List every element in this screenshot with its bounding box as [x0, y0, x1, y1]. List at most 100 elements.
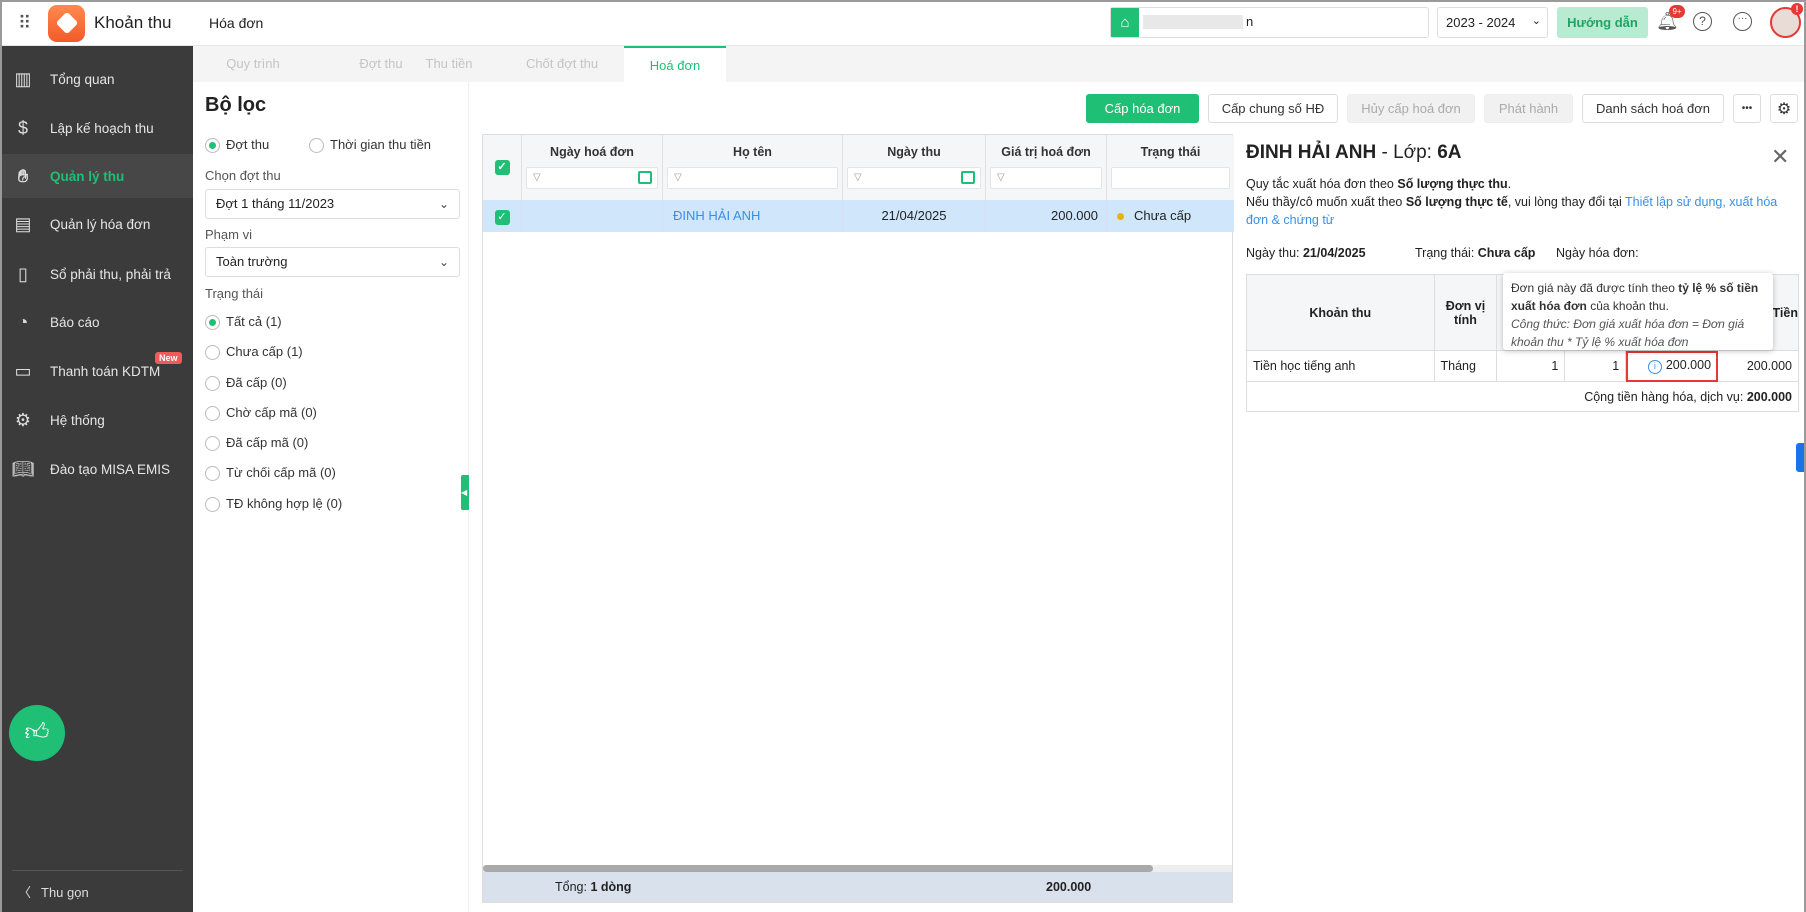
batch-select[interactable]: Đợt 1 tháng 11/2023 ⌄	[205, 189, 460, 219]
col-invoice-date: Ngày hoá đơn ▽	[522, 135, 663, 200]
rule-text: Quy tắc xuất hóa đơn theo Số lượng thực …	[1246, 177, 1778, 227]
collapse-sidebar-button[interactable]: 〈 Thu gọn	[18, 882, 89, 901]
radio-dot	[205, 466, 220, 482]
settings-gear-icon[interactable]: ⚙	[1770, 94, 1798, 123]
radio-dot	[205, 436, 220, 452]
year-select[interactable]: 2023 - 2024 ⌄	[1437, 7, 1548, 38]
more-actions-button[interactable]: •••	[1733, 94, 1761, 123]
student-heading: ĐINH HẢI ANH - Lớp: 6A	[1246, 142, 1462, 163]
invoice-date-filter[interactable]: ▽	[526, 167, 658, 189]
book-icon: 📖︎	[11, 458, 35, 479]
app-name: Khoản thu	[94, 13, 172, 32]
total-row: Cộng tiền hàng hóa, dịch vụ: 200.000	[1246, 381, 1799, 412]
status-label: Trạng thái	[205, 286, 264, 301]
issue-invoice-button[interactable]: Cấp hóa đơn	[1086, 94, 1199, 123]
horizontal-scrollbar[interactable]	[483, 865, 1232, 872]
value-filter[interactable]: ▽	[990, 167, 1102, 189]
school-search-input[interactable]: ⌂ n	[1110, 7, 1429, 38]
status-option-not-issued[interactable]: Chưa cấp (1)	[205, 344, 303, 361]
status-option-all[interactable]: Tất cả (1)	[205, 314, 282, 331]
filter-icon: ▽	[997, 172, 1005, 183]
check-icon: ✓	[494, 210, 510, 225]
pie-chart-icon: ◔	[17, 311, 29, 332]
cell-unit: Tháng	[1433, 350, 1498, 382]
radio-time[interactable]: Thời gian thu tiền	[309, 137, 431, 154]
cell-qty-actual: 1	[1564, 350, 1627, 382]
sidebar-item-system[interactable]: ⚙ Hệ thống	[2, 398, 193, 442]
chevron-down-icon: ⌄	[438, 197, 449, 211]
invoice-list-button[interactable]: Danh sách hoá đơn	[1582, 94, 1724, 123]
cancel-issue-button[interactable]: Hủy cấp hoá đơn	[1347, 94, 1475, 123]
card-icon: ▭	[14, 360, 32, 381]
footer-total: 200.000	[1046, 880, 1092, 894]
radio-dot	[205, 497, 220, 513]
expand-right-panel-handle[interactable]	[1796, 443, 1804, 472]
avatar-badge: !	[1791, 3, 1803, 15]
tab-invoice[interactable]: Hoá đơn	[624, 46, 726, 82]
sidebar-item-plan[interactable]: $ Lập kế hoạch thu	[2, 106, 193, 150]
sidebar-item-overview[interactable]: ▥ Tổng quan	[2, 57, 193, 101]
calendar-dollar-icon: $	[17, 117, 28, 138]
sidebar-item-training[interactable]: 📖︎ Đào tạo MISA EMIS	[2, 447, 193, 491]
guide-button[interactable]: Hướng dẫn	[1557, 7, 1648, 38]
date-filter[interactable]: ▽	[847, 167, 981, 189]
status-option-issued[interactable]: Đã cấp (0)	[205, 375, 287, 392]
feedback-thumbs-up-button[interactable]: 👍︎	[9, 705, 65, 761]
select-all-checkbox[interactable]: ✓	[483, 135, 522, 200]
cell-name-link[interactable]: ĐINH HẢI ANH	[663, 200, 843, 232]
check-icon: ✓	[494, 160, 510, 175]
home-icon: ⌂	[1111, 8, 1139, 37]
radio-batch[interactable]: Đợt thu	[205, 137, 269, 154]
status-option-code-issued[interactable]: Đã cấp mã (0)	[205, 435, 308, 452]
calendar-icon[interactable]	[961, 171, 975, 184]
apps-grid-icon[interactable]: ⠿	[18, 13, 31, 34]
col-date: Ngày thu ▽	[843, 135, 986, 200]
radio-dot	[205, 376, 220, 392]
cell-qty: 1	[1496, 350, 1566, 382]
scope-label: Phạm vi	[205, 227, 252, 242]
radio-dot	[205, 406, 220, 422]
calendar-icon[interactable]	[638, 171, 652, 184]
filter-icon: ▽	[533, 172, 541, 183]
invoice-date-label: Ngày hóa đơn:	[1556, 246, 1639, 260]
status-option-rejected[interactable]: Từ chối cấp mã (0)	[205, 465, 336, 482]
sidebar-item-reports[interactable]: ◔ Báo cáo	[2, 300, 193, 344]
publish-button[interactable]: Phát hành	[1484, 94, 1573, 123]
tab-process[interactable]: Quy trình	[193, 46, 313, 82]
radio-dot	[205, 345, 220, 361]
app-logo	[48, 5, 85, 42]
sidebar-item-collection[interactable]: ✋︎ Quản lý thu	[2, 154, 193, 198]
cell-amount: 200.000	[1717, 350, 1799, 382]
top-bar: ⠿ Khoản thu Hóa đơn ⌂ n 2023 - 2024 ⌄ Hướ…	[2, 2, 1804, 46]
name-filter[interactable]: ▽	[667, 167, 838, 189]
notification-badge: 9+	[1669, 5, 1685, 18]
col-item: Khoản thu	[1246, 274, 1435, 351]
sidebar-item-invoices[interactable]: ▤ Quản lý hóa đơn	[2, 202, 193, 246]
sidebar-item-payment[interactable]: ▭ Thanh toán KDTM New	[2, 349, 193, 393]
col-value: Giá trị hoá đơn ▽	[986, 135, 1107, 200]
chevron-left-icon: 〈	[18, 885, 32, 900]
info-icon[interactable]: i	[1647, 360, 1662, 374]
help-icon[interactable]: ?	[1693, 12, 1712, 31]
status-filter[interactable]	[1111, 167, 1230, 189]
radio-dot	[205, 138, 220, 154]
issue-common-number-button[interactable]: Cấp chung số HĐ	[1208, 94, 1338, 123]
new-badge: New	[155, 352, 182, 364]
tab-close-batch[interactable]: Chốt đợt thu	[502, 46, 622, 82]
col-unit: Đơn vị tính	[1433, 274, 1498, 351]
sidebar-item-ledger[interactable]: ▯ Sổ phải thu, phải trả	[2, 252, 193, 296]
col-status: Trạng thái	[1107, 135, 1234, 200]
status-option-waiting-code[interactable]: Chờ cấp mã (0)	[205, 405, 317, 422]
gear-icon: ⚙	[14, 409, 32, 430]
cell-unit-price: i 200.000	[1625, 350, 1719, 382]
row-checkbox[interactable]: ✓	[483, 200, 522, 232]
radio-dot	[309, 138, 324, 154]
more-icon[interactable]: ···	[1733, 12, 1752, 31]
close-icon[interactable]: ✕	[1771, 144, 1789, 170]
unit-price-tooltip: Đơn giá này đã được tính theo tỷ lệ % số…	[1503, 273, 1773, 350]
tab-payment[interactable]: Thu tiền	[389, 46, 509, 82]
scope-select[interactable]: Toàn trường ⌄	[205, 247, 460, 277]
page-title: Hóa đơn	[209, 15, 264, 31]
status-option-invalid[interactable]: TĐ không hợp lệ (0)	[205, 496, 342, 513]
cell-invoice-date	[522, 200, 663, 232]
